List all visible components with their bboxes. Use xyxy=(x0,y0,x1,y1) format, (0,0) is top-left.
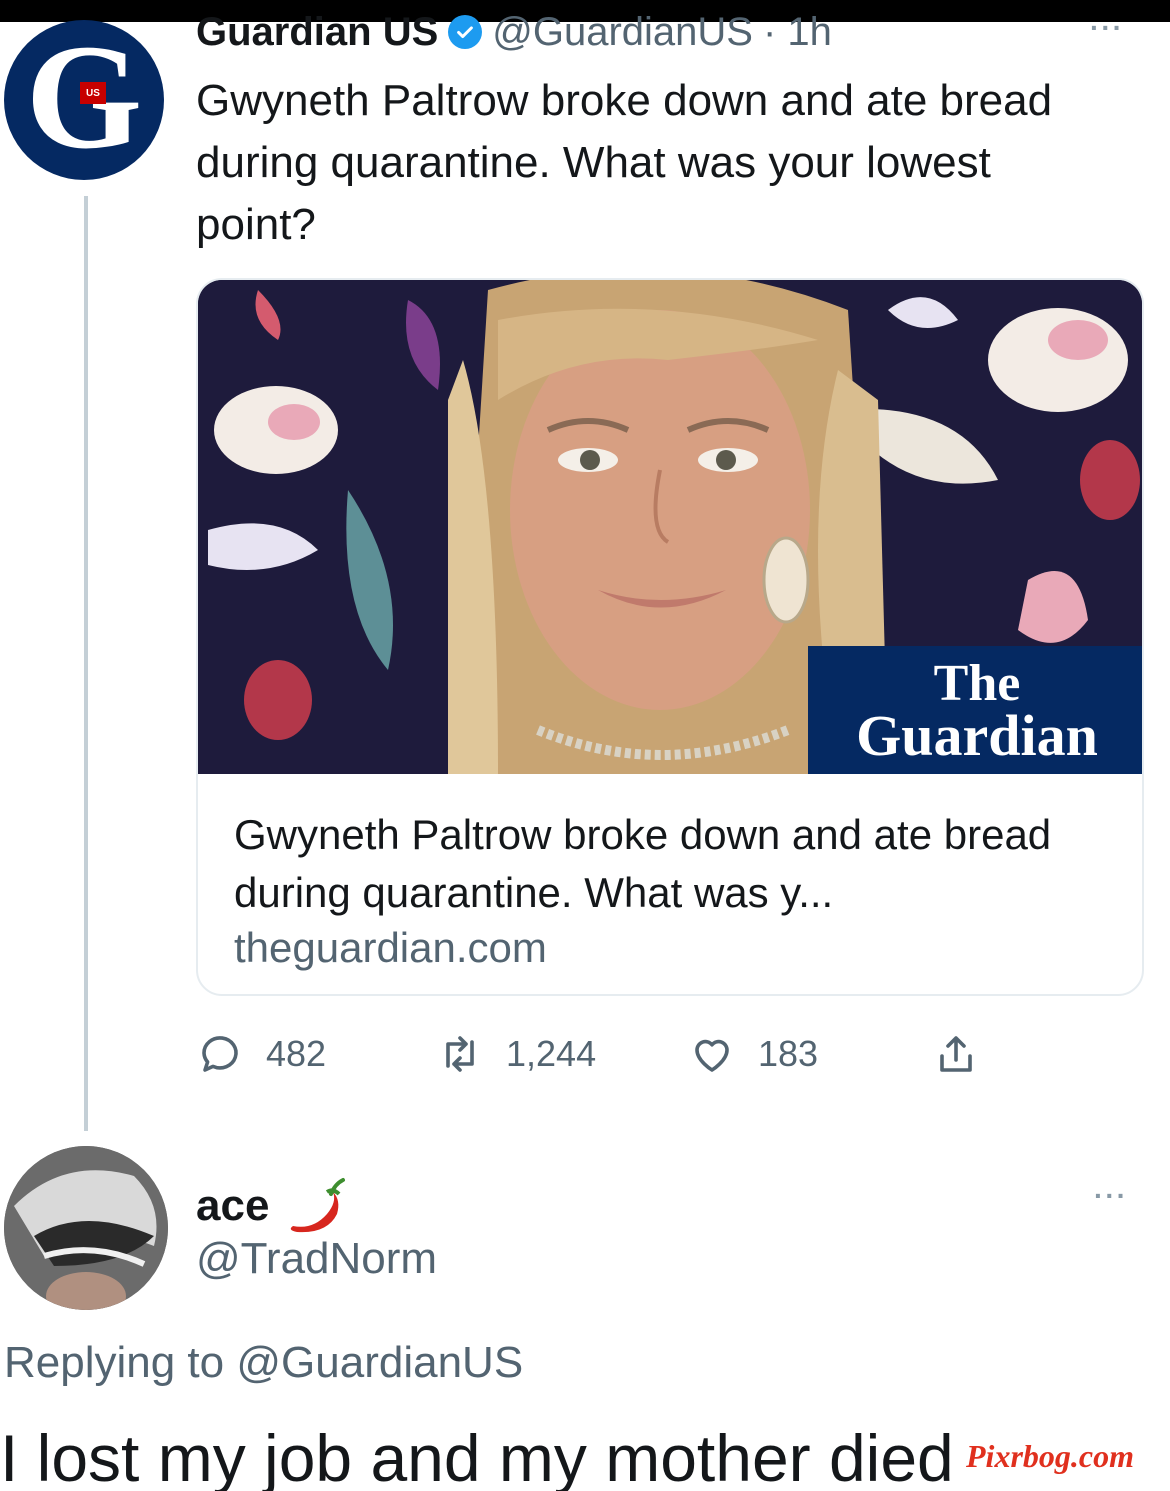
reply-author-name[interactable]: ace xyxy=(196,1181,269,1231)
tweet-header: Guardian US @GuardianUS · 1h xyxy=(196,12,832,52)
tweet-text: Gwyneth Paltrow broke down and ate bread… xyxy=(196,76,1053,249)
card-domain[interactable]: theguardian.com xyxy=(234,924,547,972)
tweet-actions: 482 1,244 183 xyxy=(196,1026,1096,1082)
heart-icon xyxy=(695,1039,729,1072)
card-title[interactable]: Gwyneth Paltrow broke down and ate bread… xyxy=(234,806,1114,922)
author-handle[interactable]: @GuardianUS xyxy=(492,12,753,52)
reply-author-handle[interactable]: @TradNorm xyxy=(196,1234,437,1284)
guardian-logo: The Guardian xyxy=(808,646,1142,774)
verified-badge-icon xyxy=(448,15,483,49)
ace-avatar[interactable] xyxy=(4,1146,168,1310)
reply-author-row: ace xyxy=(196,1174,347,1238)
guardian-avatar[interactable]: G US xyxy=(4,20,164,180)
replying-to-line: Replying to @GuardianUS xyxy=(4,1338,523,1388)
watermark: Pixrbog.com xyxy=(966,1438,1134,1474)
reply-icon xyxy=(202,1036,238,1072)
reply-text: I lost my job and my mother died xyxy=(0,1421,954,1491)
retweet-icon xyxy=(446,1036,474,1072)
logo-line-2: Guardian xyxy=(856,703,1098,768)
avatar-image xyxy=(4,1146,168,1310)
reply-button[interactable]: 482 xyxy=(196,1026,326,1082)
reply-more-options-icon[interactable]: ··· xyxy=(1094,1180,1128,1212)
replying-to-handle[interactable]: @GuardianUS xyxy=(236,1338,523,1387)
article-image: The Guardian xyxy=(198,280,1142,774)
replying-prefix: Replying to xyxy=(4,1338,225,1387)
thread-line xyxy=(84,196,88,1131)
tweet-timestamp[interactable]: · 1h xyxy=(763,12,832,52)
avatar-badge: US xyxy=(80,82,106,104)
link-preview-card[interactable]: The Guardian Gwyneth Paltrow broke down … xyxy=(196,278,1144,996)
author-name[interactable]: Guardian US xyxy=(196,12,438,52)
chili-pepper-icon xyxy=(291,1178,346,1233)
like-button[interactable]: 183 xyxy=(688,1026,818,1082)
retweet-count: 1,244 xyxy=(506,1033,597,1074)
retweet-button[interactable]: 1,244 xyxy=(436,1026,596,1082)
like-count: 183 xyxy=(758,1033,819,1074)
reply-count: 482 xyxy=(266,1033,327,1074)
share-button[interactable] xyxy=(932,1026,980,1082)
share-icon xyxy=(940,1036,972,1072)
more-options-icon[interactable]: ··· xyxy=(1090,12,1124,44)
